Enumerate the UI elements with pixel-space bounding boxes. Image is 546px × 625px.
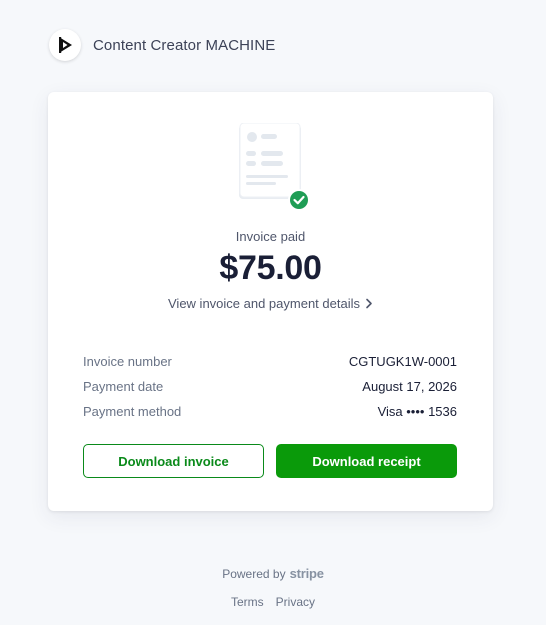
stripe-logo: stripe (289, 566, 324, 581)
invoice-number-value: CGTUGK1W-0001 (348, 354, 457, 369)
invoice-number-label: Invoice number (83, 354, 172, 369)
payment-date-value: August 17, 2026 (362, 379, 457, 394)
terms-link[interactable]: Terms (231, 595, 264, 609)
payment-status: Invoice paid (235, 229, 306, 244)
payment-date-label: Payment date (83, 379, 164, 394)
merchant-logo (49, 29, 81, 61)
invoice-amount: $75.00 (219, 249, 322, 287)
check-badge-icon (290, 191, 308, 209)
invoice-summary: Invoice number CGTUGK1W-0001 Payment dat… (83, 349, 457, 424)
invoice-card: Invoice paid $75.00 View invoice and pay… (48, 92, 493, 511)
summary-row-payment-date: Payment date August 17, 2026 (83, 374, 457, 399)
invoice-document-icon (239, 123, 310, 211)
powered-by[interactable]: Powered by stripe (222, 566, 324, 581)
summary-row-invoice-number: Invoice number CGTUGK1W-0001 (83, 349, 457, 374)
summary-row-payment-method: Payment method Visa •••• 1536 (83, 399, 457, 424)
download-invoice-button[interactable]: Download invoice (83, 444, 264, 478)
download-receipt-button[interactable]: Download receipt (276, 444, 457, 478)
view-details-link[interactable]: View invoice and payment details (48, 296, 493, 312)
payment-method-label: Payment method (83, 404, 182, 419)
download-actions: Download invoice Download receipt (83, 444, 457, 478)
play-logo-icon (59, 37, 72, 53)
chevron-right-icon (365, 297, 373, 312)
payment-method-value: Visa •••• 1536 (377, 404, 457, 419)
merchant-header: Content Creator MACHINE (49, 29, 275, 61)
merchant-name: Content Creator MACHINE (93, 36, 276, 54)
footer: Powered by stripe Terms Privacy (0, 566, 546, 609)
view-details-label: View invoice and payment details (168, 296, 360, 311)
privacy-link[interactable]: Privacy (276, 595, 315, 609)
footer-links: Terms Privacy (0, 595, 546, 609)
powered-by-label: Powered by (222, 566, 286, 581)
